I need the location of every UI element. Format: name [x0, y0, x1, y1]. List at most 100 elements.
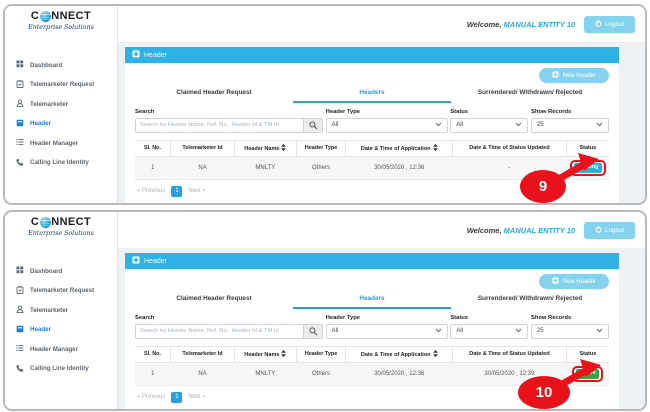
show-records-select[interactable]: 25 [531, 324, 609, 339]
pagination-page-1[interactable]: 1 [171, 392, 182, 403]
tab-claimed-header-request[interactable]: Claimed Header Request [135, 85, 293, 103]
person-icon [16, 305, 24, 315]
dashboard-icon [16, 266, 24, 276]
sort-icon[interactable] [433, 147, 438, 153]
power-icon [595, 226, 602, 235]
new-header-button[interactable]: New Header [539, 68, 609, 83]
sidebar-item-telemarketer-request[interactable]: Telemarketer Request [16, 286, 117, 296]
sidebar-menu: Dashboard Telemarketer Request Telemarke… [5, 254, 117, 374]
entity-name: MANUAL ENTITY 10 [504, 226, 575, 235]
sidebar-item-telemarketer[interactable]: Telemarketer [16, 305, 117, 315]
col-date-application[interactable]: Date & Time of Application [346, 140, 453, 156]
list-icon [16, 344, 24, 354]
tab-bar: Claimed Header Request Headers Surrender… [135, 291, 609, 309]
pagination-previous[interactable]: « Previous [137, 394, 165, 400]
welcome-text: Welcome, MANUAL ENTITY 10 [467, 20, 575, 29]
filter-row: Search Header Type All [135, 315, 609, 339]
status-label: Status [450, 315, 528, 321]
tab-surrendered-withdrawn-rejected[interactable]: Surrendered/ Withdrawn/ Rejected [451, 291, 609, 309]
search-button[interactable] [303, 118, 323, 133]
sidebar-item-header[interactable]: Header [16, 325, 117, 335]
status-select[interactable]: All [450, 324, 528, 339]
col-header-name[interactable]: Header Name [235, 140, 297, 156]
cell-telemarketer-id: NA [171, 156, 235, 179]
tab-headers[interactable]: Headers [293, 85, 451, 103]
connect-logo: C NNECT Enterprise Solutions [5, 212, 117, 254]
chevron-down-icon [515, 328, 522, 335]
plus-icon [552, 277, 559, 286]
sidebar-menu: Dashboard Telemarketer Request Telemarke… [5, 48, 117, 168]
sidebar-item-dashboard[interactable]: Dashboard [16, 266, 117, 276]
search-button[interactable] [303, 324, 323, 339]
show-records-label: Show Records [531, 315, 609, 321]
cell-sl-no: 1 [135, 362, 171, 385]
topbar: Welcome, MANUAL ENTITY 10 Logout [118, 6, 645, 43]
panel-title: Header [144, 52, 167, 59]
search-icon [309, 118, 318, 133]
logout-button[interactable]: Logout [584, 222, 635, 239]
sidebar-item-label: Header [30, 326, 51, 333]
sidebar-item-dashboard[interactable]: Dashboard [16, 60, 117, 70]
col-date-status-updated: Date & Time of Status Updated [453, 140, 567, 156]
sort-icon[interactable] [281, 353, 286, 359]
pagination-next[interactable]: Next » [188, 394, 205, 400]
brand-wordmark: C NNECT [5, 11, 117, 22]
col-date-status-updated: Date & Time of Status Updated [453, 346, 567, 362]
list-icon [16, 138, 24, 148]
tab-claimed-header-request[interactable]: Claimed Header Request [135, 291, 293, 309]
tab-bar: Claimed Header Request Headers Surrender… [135, 85, 609, 103]
cell-header-type: Others [296, 156, 346, 179]
header-type-label: Header Type [326, 315, 448, 321]
cell-telemarketer-id: NA [171, 362, 235, 385]
phone-icon [16, 158, 24, 168]
sidebar-item-calling-line-identity[interactable]: Calling Line Identity [16, 158, 117, 168]
sort-icon[interactable] [433, 353, 438, 359]
plus-icon [552, 71, 559, 80]
clipboard-check-icon [16, 286, 24, 296]
tab-headers[interactable]: Headers [293, 291, 451, 309]
cell-date-application: 30/05/2020 , 12:36 [346, 156, 453, 179]
header-type-select[interactable]: All [326, 118, 448, 133]
search-label: Search [135, 109, 323, 115]
sidebar-item-header-manager[interactable]: Header Manager [16, 344, 117, 354]
sidebar-item-label: Telemarketer Request [30, 287, 94, 294]
sort-icon[interactable] [281, 147, 286, 153]
sidebar-item-label: Header Manager [30, 140, 78, 147]
header-panel-icon [132, 50, 140, 60]
pagination-next[interactable]: Next » [188, 188, 205, 194]
pagination-previous[interactable]: « Previous [137, 188, 165, 194]
table-header-row: Sl. No. Telemarketer Id Header Name Head… [135, 346, 609, 362]
cell-date-application: 30/05/2020 , 12:36 [346, 362, 453, 385]
search-input[interactable] [135, 324, 303, 339]
brand-prefix: C [31, 217, 39, 228]
pagination-page-1[interactable]: 1 [171, 186, 182, 197]
header-type-value: All [332, 122, 339, 128]
sidebar-item-telemarketer[interactable]: Telemarketer [16, 99, 117, 109]
col-header-name[interactable]: Header Name [235, 346, 297, 362]
panel-header-bar: Header [125, 47, 619, 63]
sidebar-item-header-manager[interactable]: Header Manager [16, 138, 117, 148]
cell-header-type: Others [296, 362, 346, 385]
sidebar-item-label: Telemarketer [30, 307, 68, 314]
new-header-label: New Header [563, 73, 596, 79]
cell-sl-no: 1 [135, 156, 171, 179]
new-header-button[interactable]: New Header [539, 274, 609, 289]
show-records-select[interactable]: 25 [531, 118, 609, 133]
connect-logo: C NNECT Enterprise Solutions [5, 6, 117, 48]
dashboard-icon [16, 60, 24, 70]
search-input[interactable] [135, 118, 303, 133]
logout-button[interactable]: Logout [584, 16, 635, 33]
panel-title: Header [144, 258, 167, 265]
sidebar-item-telemarketer-request[interactable]: Telemarketer Request [16, 80, 117, 90]
header-type-select[interactable]: All [326, 324, 448, 339]
logout-label: Logout [605, 227, 624, 234]
sidebar-item-calling-line-identity[interactable]: Calling Line Identity [16, 364, 117, 374]
header-panel-icon [132, 256, 140, 266]
annotation-step-10: 10 [518, 376, 570, 409]
tab-surrendered-withdrawn-rejected[interactable]: Surrendered/ Withdrawn/ Rejected [451, 85, 609, 103]
header-type-label: Header Type [326, 109, 448, 115]
status-select[interactable]: All [450, 118, 528, 133]
sidebar-item-header[interactable]: Header [16, 119, 117, 129]
globe-icon [40, 11, 51, 22]
col-date-application[interactable]: Date & Time of Application [346, 346, 453, 362]
